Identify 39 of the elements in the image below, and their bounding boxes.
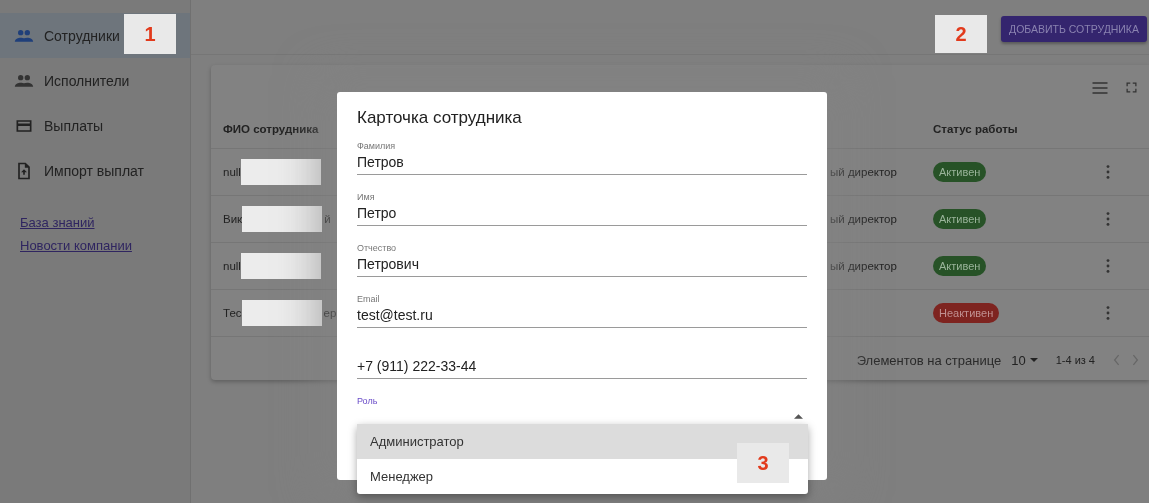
table-cell: ый директор: [830, 260, 897, 272]
more-icon[interactable]: [1105, 210, 1111, 228]
status-chip: Неактивен: [933, 303, 1000, 323]
menu-option[interactable]: Менеджер: [370, 469, 434, 484]
menu-option[interactable]: Администратор: [370, 434, 464, 449]
table-cell: ый директор: [830, 166, 897, 178]
text-field[interactable]: +7 (911) 222-33-44: [357, 342, 807, 379]
fullscreen-icon[interactable]: [1124, 80, 1139, 95]
dialog-title: Карточка сотрудника: [357, 108, 523, 128]
table-cell: ер: [323, 307, 337, 319]
step-marker: 3: [737, 443, 789, 483]
text-field[interactable]: Фамилия Петров: [357, 138, 807, 175]
more-icon[interactable]: [1105, 304, 1111, 322]
page-range: 1-4 из 4: [1055, 354, 1095, 366]
status-chip: Активен: [933, 209, 987, 229]
table-cell: ый директор: [830, 213, 897, 225]
table-cell: Тес: [223, 307, 242, 319]
table-cell: null: [223, 166, 241, 178]
text-field[interactable]: Имя Петро: [357, 189, 807, 226]
table-cell: null: [223, 260, 241, 272]
column-header: Статус работы: [933, 123, 1019, 135]
sidebar-item[interactable]: Исполнители: [0, 58, 190, 103]
status-chip: Активен: [933, 162, 987, 182]
table-cell: Вик: [223, 213, 243, 225]
status-chip: Активен: [933, 256, 987, 276]
add-employee-button[interactable]: ДОБАВИТЬ СОТРУДНИКА: [1001, 16, 1147, 42]
more-icon[interactable]: [1105, 257, 1111, 275]
caret-icon: [794, 413, 803, 419]
rows-per-page-label: Элементов на странице: [856, 352, 1002, 368]
step-marker: 1: [124, 14, 176, 54]
column-header: ФИО сотрудника: [223, 123, 320, 135]
sidebar-item[interactable]: Выплаты: [0, 103, 190, 148]
caret-icon: [1029, 357, 1038, 363]
rows-per-page-select[interactable]: 10: [1011, 352, 1038, 368]
text-field[interactable]: Email test@test.ru: [357, 291, 807, 328]
sidebar-item[interactable]: Импорт выплат: [0, 148, 190, 193]
more-icon[interactable]: [1105, 163, 1111, 181]
text-field[interactable]: Отчество Петрович: [357, 240, 807, 277]
step-marker: 2: [935, 15, 987, 53]
